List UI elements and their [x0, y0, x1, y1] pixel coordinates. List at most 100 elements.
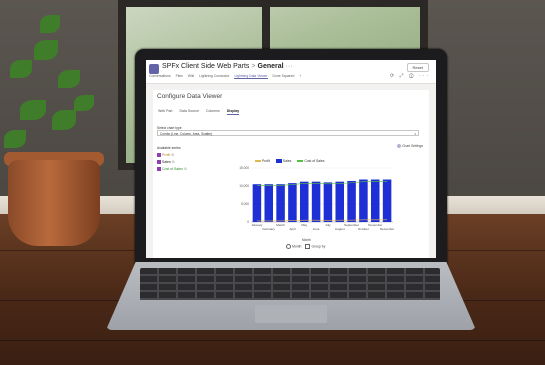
- tab-data-source[interactable]: Data Source: [180, 109, 199, 113]
- sales-bar: [359, 179, 368, 222]
- tab-display[interactable]: Display: [226, 109, 240, 115]
- legend-item-profit[interactable]: Profit: [255, 159, 270, 163]
- chart-type-select[interactable]: Combo (Line, Column, Area, Scatter) ▾: [157, 130, 419, 136]
- checkbox-checked-icon[interactable]: [157, 167, 161, 172]
- window-frame: [118, 0, 428, 7]
- legend-label: Profit: [262, 159, 270, 163]
- site-name[interactable]: SPFx Client Side Web Parts: [162, 63, 249, 70]
- series-item-profit[interactable]: Profit⚙: [157, 153, 174, 158]
- channel-tabs: Conversations Files Wiki Lightning Condu…: [149, 74, 305, 79]
- chart-settings-button[interactable]: Chart Settings: [397, 144, 423, 149]
- gear-icon[interactable]: ⚙: [172, 160, 175, 164]
- series-item-sales[interactable]: Sales⚙: [157, 160, 175, 165]
- x-tick-label: February: [263, 227, 276, 231]
- sales-bar: [299, 181, 309, 222]
- window-frame: [118, 0, 126, 170]
- legend-item-sales[interactable]: Sales: [275, 159, 292, 164]
- x-tick-label: January: [251, 223, 262, 227]
- gear-icon[interactable]: ⚙: [171, 153, 174, 157]
- month-radio-label: Month: [292, 244, 302, 249]
- plant-leaf: [52, 110, 76, 130]
- plant-pot: [8, 160, 100, 246]
- breadcrumb: SPFx Client Side Web Parts > General ···: [162, 63, 293, 70]
- teams-header: SPFx Client Side Web Parts > General ··· Re…: [146, 60, 436, 84]
- series-item-cost-of-sales[interactable]: Cost of Sales⚙: [157, 167, 187, 172]
- sales-bar: [264, 184, 274, 222]
- x-tick-label: June: [313, 227, 320, 231]
- plant-leaf: [34, 40, 58, 60]
- legend-swatch: [297, 160, 304, 163]
- table-plank-line: [0, 340, 545, 341]
- sales-bar: [382, 179, 392, 222]
- sales-bar: [288, 183, 297, 222]
- panel-title: Configure Data Viewer: [157, 93, 223, 100]
- chevron-down-icon: ▾: [414, 132, 416, 136]
- add-tab-button[interactable]: +: [299, 74, 301, 78]
- y-tick-label: 15,000: [239, 166, 249, 170]
- tab-web-part[interactable]: Web Part: [158, 109, 173, 113]
- x-tick-label: August: [335, 227, 345, 231]
- teams-app-icon: [149, 64, 159, 74]
- tab-done-squared[interactable]: Done Squared: [273, 74, 295, 78]
- x-tick-label: April: [289, 227, 296, 231]
- sales-bar: [252, 184, 262, 222]
- plant-leaf: [58, 70, 80, 88]
- legend-label: Cost of Sales: [304, 159, 325, 163]
- group-by-label: Group by: [311, 244, 326, 249]
- legend-swatch: [275, 159, 282, 164]
- combo-chart: 15,000 10,000 5,000 0JanuaryFebruaryMarch Ap…: [239, 166, 394, 231]
- plant-leaf: [74, 95, 94, 111]
- tab-conversations[interactable]: Conversations: [149, 74, 171, 78]
- series-label: Sales: [162, 160, 171, 164]
- sales-bar: [347, 180, 356, 222]
- checkbox-icon[interactable]: [305, 244, 311, 249]
- available-series-label: Available series: [157, 146, 181, 150]
- sales-bar: [311, 181, 321, 222]
- sales-bar: [276, 184, 285, 222]
- laptop-keyboard: [140, 268, 440, 300]
- series-label: Profit: [162, 153, 171, 157]
- tab-lightning-conductor[interactable]: Lightning Conductor: [199, 74, 229, 78]
- header-icons[interactable]: ⟳ ⤢ ⓘ ···: [390, 73, 430, 79]
- chart-legend: Profit Sales Cost of Sales: [255, 159, 329, 164]
- sales-bar: [370, 179, 380, 222]
- plant-leaf: [10, 60, 32, 78]
- x-tick-label: July: [325, 223, 331, 227]
- checkbox-checked-icon[interactable]: [157, 153, 161, 158]
- plant-leaf: [4, 130, 26, 148]
- laptop-trackpad: [255, 305, 327, 323]
- laptop-screen: SPFx Client Side Web Parts > General ··· Re…: [146, 60, 436, 258]
- chart-type-value: Combo (Line, Column, Area, Scatter): [160, 132, 213, 136]
- legend-item-cost-of-sales[interactable]: Cost of Sales: [297, 159, 324, 163]
- chart-settings-label: Chart Settings: [402, 144, 423, 148]
- sales-bar: [335, 181, 345, 222]
- radio-icon[interactable]: [286, 244, 291, 249]
- chart-options: Month Group by: [286, 244, 325, 249]
- channel-name: General: [257, 63, 284, 70]
- tab-columns[interactable]: Columns: [206, 109, 220, 113]
- tab-wiki[interactable]: Wiki: [188, 74, 194, 78]
- x-tick-label: May: [301, 223, 307, 227]
- sales-bar: [323, 182, 333, 222]
- y-tick-label: 5,000: [241, 202, 249, 206]
- series-label: Cost of Sales: [162, 167, 183, 171]
- x-tick-label: March: [276, 223, 285, 227]
- legend-swatch: [255, 160, 261, 163]
- configure-panel: Configure Data Viewer Web Part Data Sour…: [153, 90, 429, 258]
- y-tick-label: 10,000: [239, 184, 249, 188]
- legend-label: Sales: [282, 159, 292, 163]
- settings-icon: [397, 144, 402, 149]
- tab-files[interactable]: Files: [176, 74, 183, 78]
- y-tick-label: 0: [247, 220, 249, 224]
- x-axis-title: Month: [302, 238, 311, 242]
- channel-more-icon[interactable]: ···: [286, 63, 293, 70]
- config-tabs: Web Part Data Source Columns Display: [158, 109, 245, 115]
- x-tick-label: October: [358, 227, 369, 231]
- plant-leaf: [20, 100, 46, 120]
- x-tick-label: September: [344, 223, 359, 227]
- x-tick-label: December: [380, 227, 394, 231]
- reset-button[interactable]: Reset: [406, 63, 429, 72]
- checkbox-checked-icon[interactable]: [157, 160, 161, 165]
- gear-icon[interactable]: ⚙: [184, 167, 187, 171]
- tab-lightning-data-viewer[interactable]: Lightning Data Viewer: [234, 74, 268, 79]
